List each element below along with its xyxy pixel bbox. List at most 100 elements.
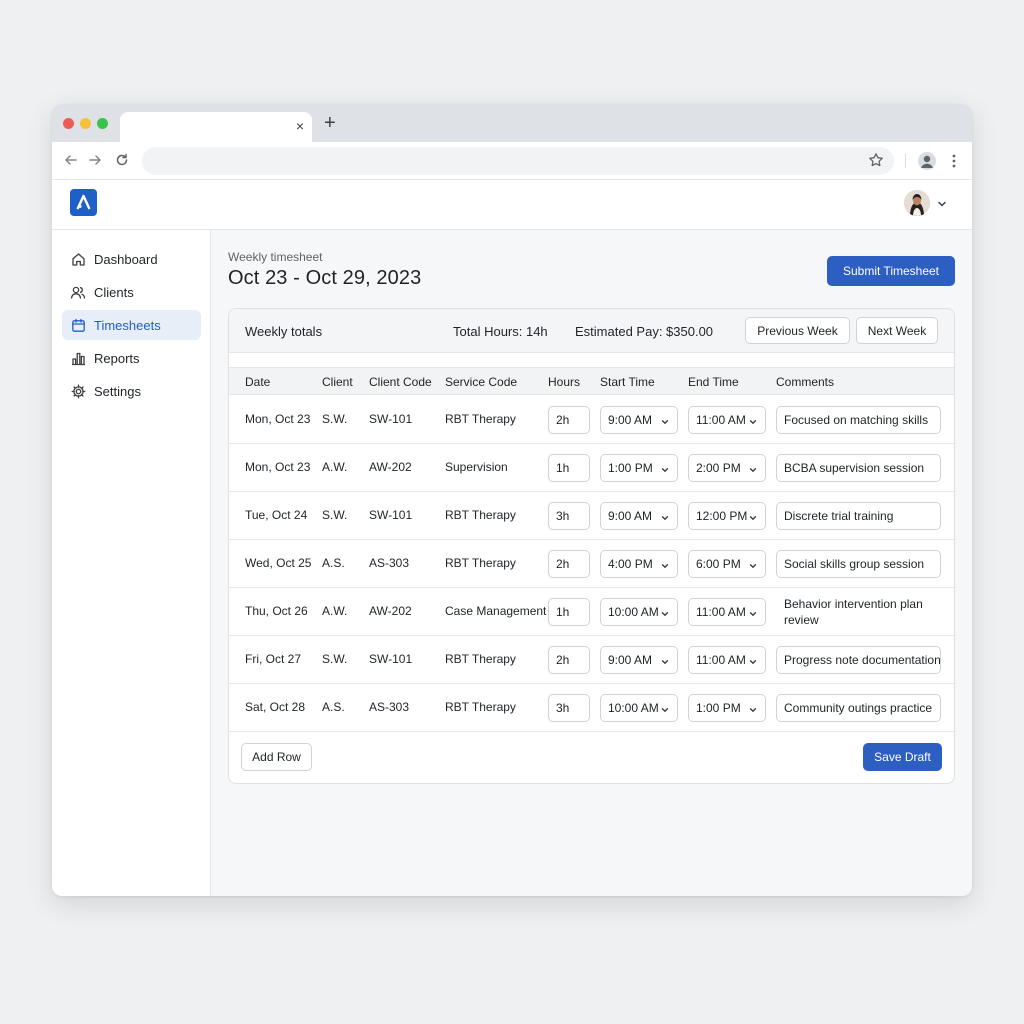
forward-arrow-icon[interactable] [86, 151, 104, 169]
close-window-button[interactable] [63, 118, 74, 129]
home-icon [70, 251, 86, 267]
start-time-select[interactable]: 4:00 PM [600, 550, 678, 578]
cell-client-code: SW-101 [369, 652, 413, 666]
column-header-client-code[interactable]: Client Code [369, 375, 432, 389]
start-time-select[interactable]: 9:00 AM [600, 406, 678, 434]
cell-date: Mon, Oct 23 [245, 460, 311, 474]
user-avatar[interactable] [904, 190, 930, 216]
cell-client-code: SW-101 [369, 412, 413, 426]
sidebar-item-settings[interactable]: Settings [62, 376, 201, 406]
reload-icon[interactable] [113, 151, 131, 169]
start-time-value: 10:00 AM [608, 605, 659, 619]
cell-client: A.W. [322, 460, 348, 474]
end-time-select[interactable]: 11:00 AM [688, 646, 766, 674]
maximize-window-button[interactable] [97, 118, 108, 129]
sidebar-item-reports[interactable]: Reports [62, 343, 201, 373]
table-row: Tue, Oct 24 S.W. SW-101 RBT Therapy 9:00 AM 1… [229, 492, 954, 540]
chevron-down-icon [660, 560, 670, 570]
table-row: Wed, Oct 25 A.S. AS-303 RBT Therapy 4:00 PM 6… [229, 540, 954, 588]
start-time-value: 4:00 PM [608, 557, 653, 571]
start-time-select[interactable]: 9:00 AM [600, 502, 678, 530]
start-time-select[interactable]: 10:00 AM [600, 598, 678, 626]
comments-input[interactable] [776, 646, 941, 674]
cell-client: A.S. [322, 700, 345, 714]
cell-date: Fri, Oct 27 [245, 652, 302, 666]
cell-client-code: AW-202 [369, 460, 412, 474]
chevron-down-icon[interactable] [936, 197, 948, 209]
end-time-value: 1:00 PM [696, 701, 741, 715]
users-icon [70, 284, 86, 300]
cell-client: S.W. [322, 652, 348, 666]
sidebar-item-clients[interactable]: Clients [62, 277, 201, 307]
address-bar[interactable] [142, 147, 894, 175]
column-header-comments[interactable]: Comments [776, 375, 834, 389]
end-time-select[interactable]: 6:00 PM [688, 550, 766, 578]
chevron-down-icon [660, 512, 670, 522]
start-time-select[interactable]: 10:00 AM [600, 694, 678, 722]
new-tab-button[interactable]: + [324, 113, 336, 133]
end-time-select[interactable]: 11:00 AM [688, 406, 766, 434]
comments-input[interactable] [776, 502, 941, 530]
column-header-client[interactable]: Client [322, 375, 353, 389]
main-content: Weekly timesheet Oct 23 - Oct 29, 2023 S… [211, 230, 972, 896]
end-time-value: 12:00 PM [696, 509, 748, 523]
table-row: Thu, Oct 26 A.W. AW-202 Case Management 10:0… [229, 588, 954, 636]
table-row: Sat, Oct 28 A.S. AS-303 RBT Therapy 10:00 AM… [229, 684, 954, 732]
chevron-down-icon [660, 656, 670, 666]
start-time-value: 1:00 PM [608, 461, 653, 475]
comments-input[interactable] [776, 694, 941, 722]
toolbar-divider [905, 154, 906, 168]
save-draft-button[interactable]: Save Draft [863, 743, 942, 771]
chevron-down-icon [748, 512, 758, 522]
end-time-value: 11:00 AM [696, 605, 746, 619]
browser-profile-icon[interactable] [918, 152, 936, 170]
start-time-select[interactable]: 1:00 PM [600, 454, 678, 482]
hours-input[interactable] [548, 646, 590, 674]
hours-input[interactable] [548, 406, 590, 434]
hours-input[interactable] [548, 598, 590, 626]
app-header [52, 180, 972, 230]
next-week-button[interactable]: Next Week [856, 317, 938, 344]
browser-menu-icon[interactable] [948, 152, 960, 170]
timesheet-card: Weekly totals Total Hours: 14h Estimated… [228, 308, 955, 784]
cell-service-code: RBT Therapy [445, 508, 516, 522]
column-header-date[interactable]: Date [245, 375, 270, 389]
start-time-select[interactable]: 9:00 AM [600, 646, 678, 674]
minimize-window-button[interactable] [80, 118, 91, 129]
previous-week-button[interactable]: Previous Week [745, 317, 850, 344]
comments-input[interactable] [776, 406, 941, 434]
column-header-end-time[interactable]: End Time [688, 375, 739, 389]
end-time-select[interactable]: 12:00 PM [688, 502, 766, 530]
comments-field[interactable]: Behavior intervention plan review [784, 596, 944, 628]
sidebar-item-label: Dashboard [94, 251, 158, 267]
comments-input[interactable] [776, 454, 941, 482]
table-row: Mon, Oct 23 A.W. AW-202 Supervision 1:00 PM 2… [229, 444, 954, 492]
chevron-down-icon [748, 416, 758, 426]
start-time-value: 9:00 AM [608, 509, 653, 523]
sidebar-item-timesheets[interactable]: Timesheets [62, 310, 201, 340]
tab-close-icon[interactable]: × [296, 118, 304, 134]
hours-input[interactable] [548, 502, 590, 530]
back-arrow-icon[interactable] [62, 151, 80, 169]
sidebar: Dashboard Clients Timesheets Reports Set… [52, 230, 211, 896]
end-time-select[interactable]: 1:00 PM [688, 694, 766, 722]
cell-service-code: RBT Therapy [445, 700, 516, 714]
bookmark-star-icon[interactable] [868, 152, 884, 168]
start-time-value: 10:00 AM [608, 701, 659, 715]
browser-tab[interactable]: × [120, 112, 312, 142]
hours-input[interactable] [548, 550, 590, 578]
app-logo[interactable] [70, 189, 97, 216]
hours-input[interactable] [548, 694, 590, 722]
sidebar-item-dashboard[interactable]: Dashboard [62, 244, 201, 274]
comments-input[interactable] [776, 550, 941, 578]
hours-input[interactable] [548, 454, 590, 482]
submit-timesheet-button[interactable]: Submit Timesheet [827, 256, 955, 286]
end-time-select[interactable]: 11:00 AM [688, 598, 766, 626]
chevron-down-icon [748, 656, 758, 666]
bar-chart-icon [70, 350, 86, 366]
end-time-select[interactable]: 2:00 PM [688, 454, 766, 482]
column-header-hours[interactable]: Hours [548, 375, 580, 389]
column-header-service-code[interactable]: Service Code [445, 375, 517, 389]
add-row-button[interactable]: Add Row [241, 743, 312, 771]
column-header-start-time[interactable]: Start Time [600, 375, 655, 389]
